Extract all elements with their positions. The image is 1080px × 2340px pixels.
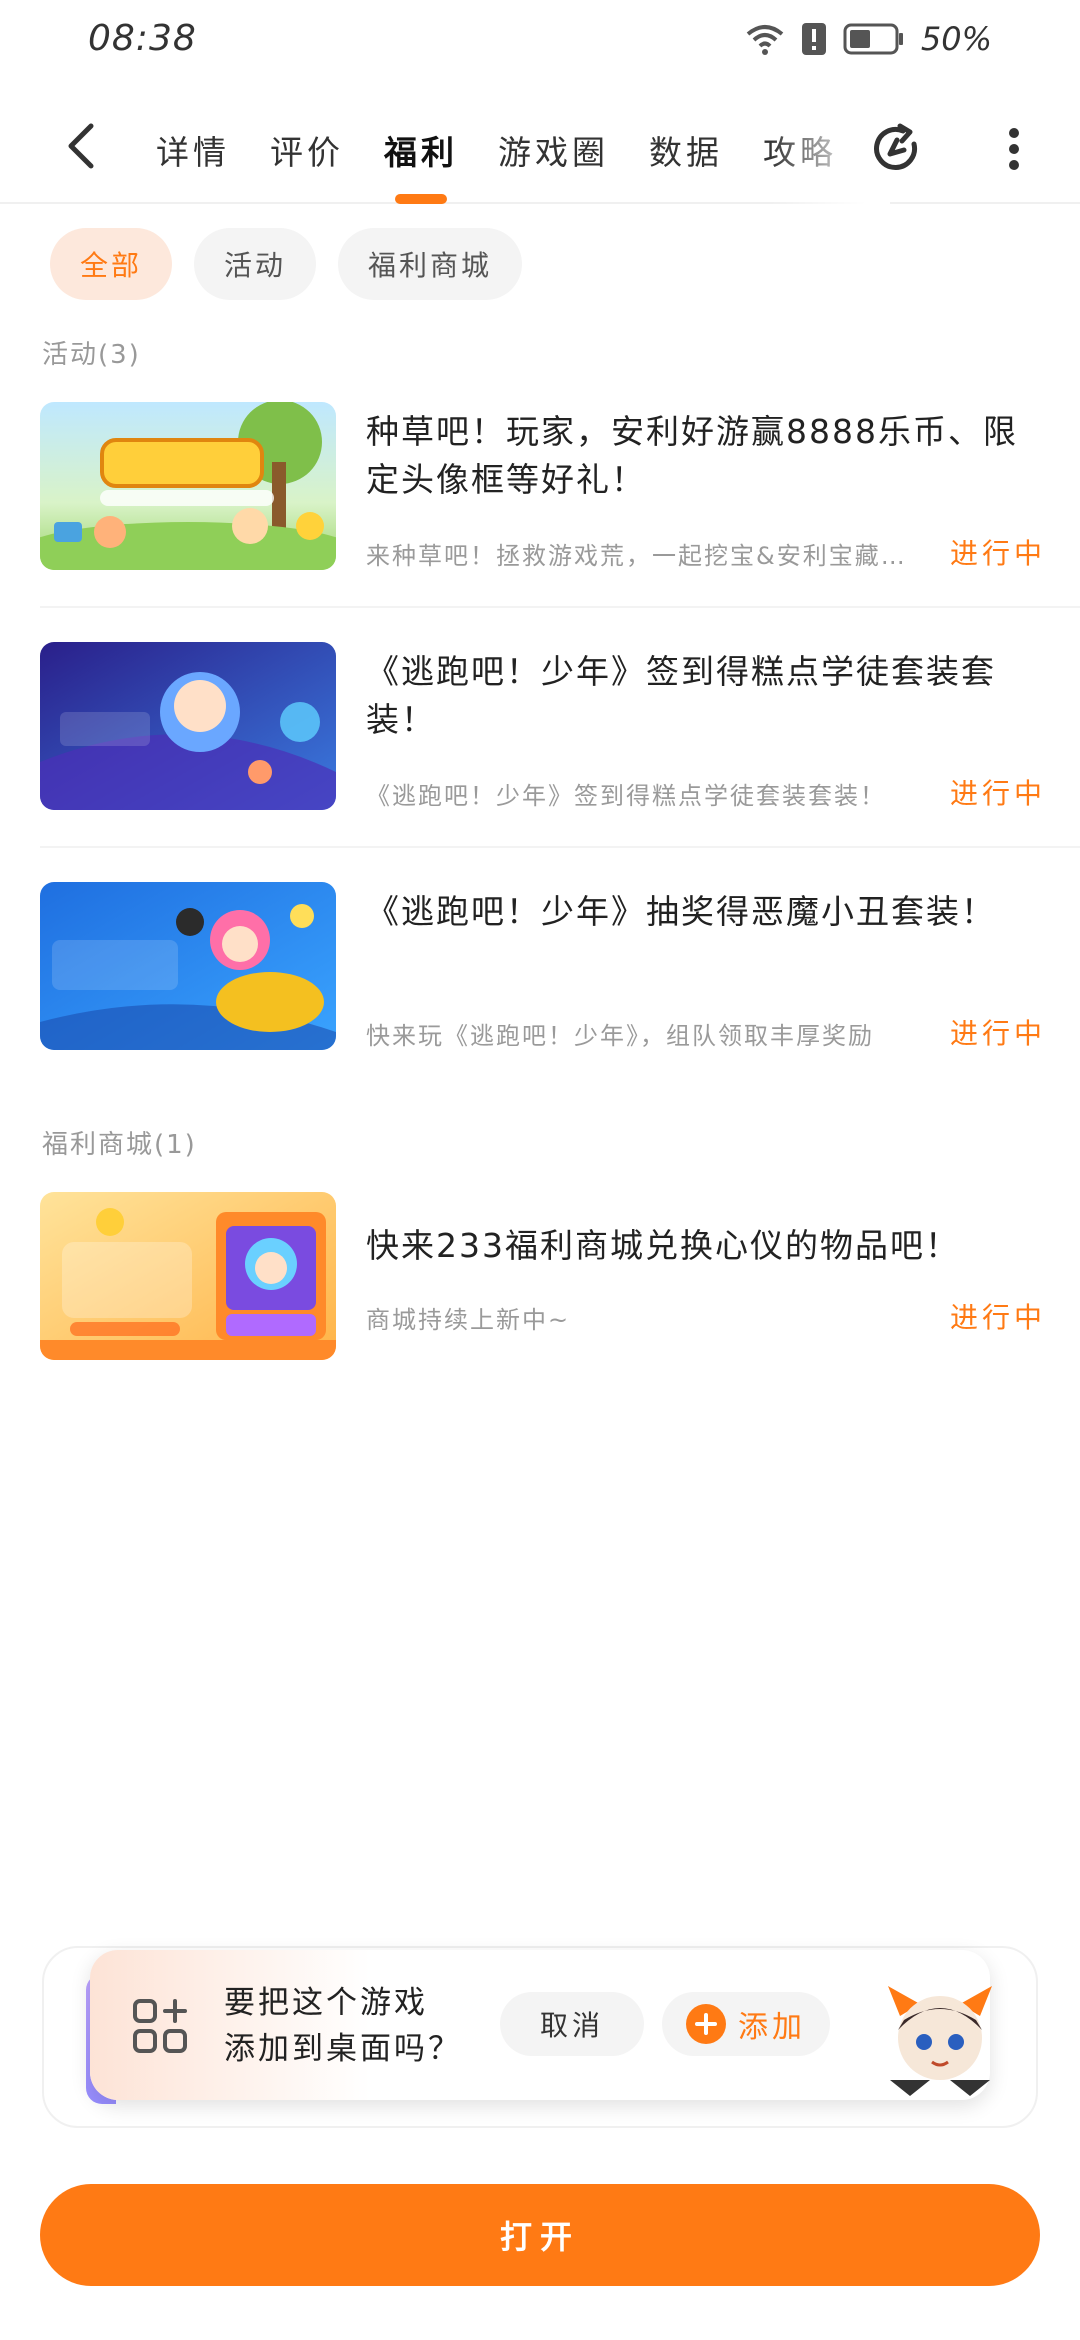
- divider: [40, 606, 1080, 608]
- activity-desc: 快来玩《逃跑吧！少年》，组队领取丰厚奖励: [366, 1022, 874, 1050]
- activity-item[interactable]: 《逃跑吧！少年》签到得糕点学徒套装套装！ 《逃跑吧！少年》签到得糕点学徒套装套装…: [40, 642, 1042, 860]
- back-button[interactable]: [52, 116, 108, 176]
- add-button-label: 添加: [738, 2010, 806, 2045]
- battery-icon: [843, 23, 903, 55]
- status-badge: 进行中: [949, 1017, 1046, 1050]
- mall-title: 快来233福利商城兑换心仪的物品吧！: [366, 1226, 960, 1265]
- activity-desc: 《逃跑吧！少年》签到得糕点学徒套装套装！: [366, 782, 886, 810]
- section-title-welfare-mall: 福利商城(1): [42, 1130, 197, 1160]
- status-badge: 进行中: [949, 777, 1046, 810]
- activity-desc: 来种草吧！拯救游戏荒，一起挖宝&安利宝藏游戏: [366, 542, 926, 570]
- mall-item[interactable]: 快来233福利商城兑换心仪的物品吧！ 商城持续上新中~ 进行中: [40, 1192, 1042, 1410]
- tab-data[interactable]: 数据: [629, 96, 743, 204]
- share-icon: [874, 123, 918, 170]
- tab-welfare[interactable]: 福利: [364, 96, 478, 204]
- chip-activities[interactable]: 活动: [194, 228, 317, 300]
- divider: [40, 846, 1080, 848]
- activity-thumbnail: [40, 402, 336, 570]
- chevron-left-icon: [68, 123, 94, 169]
- chip-welfare-mall[interactable]: 福利商城: [338, 228, 523, 300]
- add-to-desktop-card: 要把这个游戏 添加到桌面吗？ 取消 添加: [90, 1950, 990, 2100]
- cancel-button[interactable]: 取消: [500, 1992, 644, 2056]
- tab-reviews[interactable]: 评价: [250, 96, 364, 204]
- mascot-image: [888, 1986, 992, 2096]
- plus-icon: [686, 2004, 726, 2044]
- welfare-page: 08:38 50% 详情 评价 福利 游戏圈 数据 全部 活动 福利商城 活动(…: [0, 0, 1080, 2340]
- activity-title: 种草吧！玩家，安利好游赢8888乐币、限定头像框等好礼！: [366, 412, 1018, 499]
- status-icons: 50%: [745, 20, 992, 58]
- tab-details[interactable]: 详情: [136, 96, 250, 204]
- open-button[interactable]: 打开: [40, 2184, 1040, 2286]
- tab-game-circle[interactable]: 游戏圈: [478, 96, 629, 204]
- chip-all[interactable]: 全部: [50, 228, 173, 300]
- tab-bar: 详情 评价 福利 游戏圈 数据 攻略: [136, 96, 857, 204]
- add-button[interactable]: 添加: [662, 1992, 830, 2056]
- section-title-activities: 活动(3): [42, 340, 141, 370]
- more-button[interactable]: [992, 116, 1036, 182]
- app-grid-icon: [133, 1999, 187, 2053]
- activity-item[interactable]: 种草吧！玩家，安利好游赢8888乐币、限定头像框等好礼！ 来种草吧！拯救游戏荒，…: [40, 402, 1042, 620]
- share-button[interactable]: [864, 116, 930, 182]
- top-nav: 详情 评价 福利 游戏圈 数据 攻略: [0, 96, 1080, 204]
- battery-percent: 50%: [920, 20, 992, 58]
- alert-icon: [801, 23, 826, 55]
- status-time: 08:38: [88, 18, 197, 59]
- status-badge: 进行中: [949, 537, 1046, 570]
- filter-chips: 全部 活动 福利商城: [50, 228, 523, 300]
- activity-thumbnail: [40, 642, 336, 810]
- mall-desc: 商城持续上新中~: [366, 1306, 571, 1334]
- activity-title: 《逃跑吧！少年》抽奖得恶魔小丑套装！: [366, 892, 996, 931]
- wifi-icon: [746, 25, 784, 55]
- status-badge: 进行中: [949, 1301, 1046, 1334]
- prompt-line-1: 要把这个游戏: [224, 1985, 428, 2021]
- mall-thumbnail: [40, 1192, 336, 1360]
- prompt-line-2: 添加到桌面吗？: [224, 2031, 462, 2067]
- activity-thumbnail: [40, 882, 336, 1050]
- add-to-desktop-prompt: 要把这个游戏 添加到桌面吗？: [224, 1980, 462, 2072]
- status-bar: 08:38 50%: [0, 0, 1080, 84]
- activity-item[interactable]: 《逃跑吧！少年》抽奖得恶魔小丑套装！ 快来玩《逃跑吧！少年》，组队领取丰厚奖励 …: [40, 882, 1042, 1100]
- activity-title: 《逃跑吧！少年》签到得糕点学徒套装套装！: [366, 652, 996, 739]
- more-vertical-icon: [1009, 128, 1019, 170]
